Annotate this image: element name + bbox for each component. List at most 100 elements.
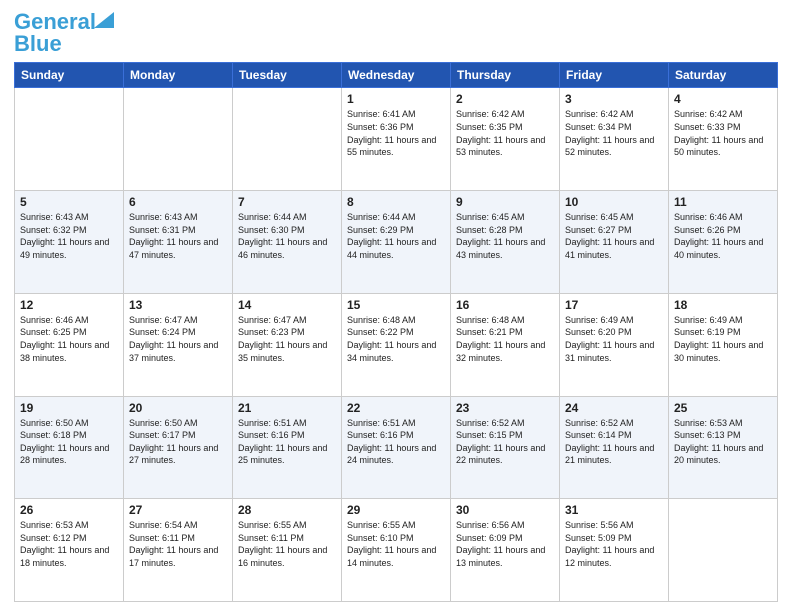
day-info: Sunrise: 6:56 AM Sunset: 6:09 PM Dayligh… <box>456 519 554 569</box>
day-info: Sunrise: 6:46 AM Sunset: 6:26 PM Dayligh… <box>674 211 772 261</box>
calendar-cell <box>124 88 233 191</box>
day-info: Sunrise: 6:51 AM Sunset: 6:16 PM Dayligh… <box>347 417 445 467</box>
day-number: 22 <box>347 401 445 415</box>
day-info: Sunrise: 6:42 AM Sunset: 6:33 PM Dayligh… <box>674 108 772 158</box>
calendar-cell: 27Sunrise: 6:54 AM Sunset: 6:11 PM Dayli… <box>124 499 233 602</box>
calendar-cell: 5 Sunrise: 6:43 AM Sunset: 6:32 PM Daylig… <box>15 191 124 294</box>
day-number: 26 <box>20 503 118 517</box>
calendar-cell: 24 Sunrise: 6:52 AM Sunset: 6:14 PM Dayli… <box>560 396 669 499</box>
logo-icon <box>94 12 114 28</box>
day-info: Sunrise: 6:46 AM Sunset: 6:25 PM Dayligh… <box>20 314 118 364</box>
weekday-header-tuesday: Tuesday <box>233 63 342 88</box>
day-info: Sunrise: 6:45 AM Sunset: 6:28 PM Dayligh… <box>456 211 554 261</box>
day-number: 14 <box>238 298 336 312</box>
week-row-4: 19 Sunrise: 6:50 AM Sunset: 6:18 PM Dayli… <box>15 396 778 499</box>
calendar-cell: 12 Sunrise: 6:46 AM Sunset: 6:25 PM Dayli… <box>15 293 124 396</box>
calendar-cell: 8Sunrise: 6:44 AM Sunset: 6:29 PM Daylig… <box>342 191 451 294</box>
day-number: 29 <box>347 503 445 517</box>
day-info: Sunrise: 6:52 AM Sunset: 6:15 PM Dayligh… <box>456 417 554 467</box>
day-number: 3 <box>565 92 663 106</box>
calendar-cell: 6Sunrise: 6:43 AM Sunset: 6:31 PM Daylig… <box>124 191 233 294</box>
day-number: 17 <box>565 298 663 312</box>
day-number: 7 <box>238 195 336 209</box>
day-number: 1 <box>347 92 445 106</box>
logo-general: General <box>14 9 96 34</box>
day-info: Sunrise: 6:53 AM Sunset: 6:13 PM Dayligh… <box>674 417 772 467</box>
weekday-header-sunday: Sunday <box>15 63 124 88</box>
calendar-cell: 28 Sunrise: 6:55 AM Sunset: 6:11 PM Dayli… <box>233 499 342 602</box>
calendar-cell: 22 Sunrise: 6:51 AM Sunset: 6:16 PM Dayli… <box>342 396 451 499</box>
calendar-cell <box>669 499 778 602</box>
day-number: 2 <box>456 92 554 106</box>
calendar-cell: 21Sunrise: 6:51 AM Sunset: 6:16 PM Dayli… <box>233 396 342 499</box>
day-info: Sunrise: 6:55 AM Sunset: 6:11 PM Dayligh… <box>238 519 336 569</box>
day-info: Sunrise: 6:49 AM Sunset: 6:19 PM Dayligh… <box>674 314 772 364</box>
day-number: 28 <box>238 503 336 517</box>
calendar-cell: 19 Sunrise: 6:50 AM Sunset: 6:18 PM Dayli… <box>15 396 124 499</box>
calendar-cell: 7 Sunrise: 6:44 AM Sunset: 6:30 PM Daylig… <box>233 191 342 294</box>
day-number: 13 <box>129 298 227 312</box>
day-number: 15 <box>347 298 445 312</box>
weekday-header-saturday: Saturday <box>669 63 778 88</box>
logo-blue: Blue <box>14 32 62 56</box>
calendar-cell: 9Sunrise: 6:45 AM Sunset: 6:28 PM Daylig… <box>451 191 560 294</box>
calendar-cell: 3 Sunrise: 6:42 AM Sunset: 6:34 PM Daylig… <box>560 88 669 191</box>
day-number: 30 <box>456 503 554 517</box>
day-number: 31 <box>565 503 663 517</box>
day-info: Sunrise: 6:48 AM Sunset: 6:21 PM Dayligh… <box>456 314 554 364</box>
day-number: 25 <box>674 401 772 415</box>
day-info: Sunrise: 6:44 AM Sunset: 6:29 PM Dayligh… <box>347 211 445 261</box>
calendar-cell: 17Sunrise: 6:49 AM Sunset: 6:20 PM Dayli… <box>560 293 669 396</box>
calendar-cell <box>15 88 124 191</box>
day-info: Sunrise: 6:41 AM Sunset: 6:36 PM Dayligh… <box>347 108 445 158</box>
weekday-header-thursday: Thursday <box>451 63 560 88</box>
weekday-header-wednesday: Wednesday <box>342 63 451 88</box>
day-info: Sunrise: 6:43 AM Sunset: 6:31 PM Dayligh… <box>129 211 227 261</box>
page: General Blue SundayMondayTuesdayWednesda… <box>0 0 792 612</box>
day-info: Sunrise: 6:47 AM Sunset: 6:24 PM Dayligh… <box>129 314 227 364</box>
calendar-cell: 26 Sunrise: 6:53 AM Sunset: 6:12 PM Dayli… <box>15 499 124 602</box>
day-info: Sunrise: 6:42 AM Sunset: 6:34 PM Dayligh… <box>565 108 663 158</box>
calendar-cell: 10 Sunrise: 6:45 AM Sunset: 6:27 PM Dayli… <box>560 191 669 294</box>
calendar-cell: 2 Sunrise: 6:42 AM Sunset: 6:35 PM Daylig… <box>451 88 560 191</box>
day-info: Sunrise: 6:55 AM Sunset: 6:10 PM Dayligh… <box>347 519 445 569</box>
week-row-1: 1 Sunrise: 6:41 AM Sunset: 6:36 PM Daylig… <box>15 88 778 191</box>
day-number: 12 <box>20 298 118 312</box>
day-info: Sunrise: 6:45 AM Sunset: 6:27 PM Dayligh… <box>565 211 663 261</box>
calendar-cell: 13 Sunrise: 6:47 AM Sunset: 6:24 PM Dayli… <box>124 293 233 396</box>
day-info: Sunrise: 6:54 AM Sunset: 6:11 PM Dayligh… <box>129 519 227 569</box>
day-number: 10 <box>565 195 663 209</box>
week-row-2: 5 Sunrise: 6:43 AM Sunset: 6:32 PM Daylig… <box>15 191 778 294</box>
day-info: Sunrise: 6:50 AM Sunset: 6:18 PM Dayligh… <box>20 417 118 467</box>
day-info: Sunrise: 6:43 AM Sunset: 6:32 PM Dayligh… <box>20 211 118 261</box>
weekday-header-monday: Monday <box>124 63 233 88</box>
day-number: 19 <box>20 401 118 415</box>
day-number: 16 <box>456 298 554 312</box>
calendar-cell: 30 Sunrise: 6:56 AM Sunset: 6:09 PM Dayli… <box>451 499 560 602</box>
day-info: Sunrise: 6:42 AM Sunset: 6:35 PM Dayligh… <box>456 108 554 158</box>
day-number: 18 <box>674 298 772 312</box>
weekday-header-friday: Friday <box>560 63 669 88</box>
day-info: Sunrise: 6:47 AM Sunset: 6:23 PM Dayligh… <box>238 314 336 364</box>
day-info: Sunrise: 6:52 AM Sunset: 6:14 PM Dayligh… <box>565 417 663 467</box>
calendar-cell: 25 Sunrise: 6:53 AM Sunset: 6:13 PM Dayli… <box>669 396 778 499</box>
weekday-header-row: SundayMondayTuesdayWednesdayThursdayFrid… <box>15 63 778 88</box>
day-info: Sunrise: 6:44 AM Sunset: 6:30 PM Dayligh… <box>238 211 336 261</box>
calendar-cell: 18 Sunrise: 6:49 AM Sunset: 6:19 PM Dayli… <box>669 293 778 396</box>
day-info: Sunrise: 6:53 AM Sunset: 6:12 PM Dayligh… <box>20 519 118 569</box>
calendar-cell: 16 Sunrise: 6:48 AM Sunset: 6:21 PM Dayli… <box>451 293 560 396</box>
day-number: 24 <box>565 401 663 415</box>
day-number: 5 <box>20 195 118 209</box>
calendar-cell: 31 Sunrise: 5:56 AM Sunset: 5:09 PM Dayli… <box>560 499 669 602</box>
calendar-cell: 1 Sunrise: 6:41 AM Sunset: 6:36 PM Daylig… <box>342 88 451 191</box>
day-number: 21 <box>238 401 336 415</box>
week-row-5: 26 Sunrise: 6:53 AM Sunset: 6:12 PM Dayli… <box>15 499 778 602</box>
calendar-cell: 11 Sunrise: 6:46 AM Sunset: 6:26 PM Dayli… <box>669 191 778 294</box>
day-number: 20 <box>129 401 227 415</box>
calendar-cell: 15Sunrise: 6:48 AM Sunset: 6:22 PM Dayli… <box>342 293 451 396</box>
day-number: 11 <box>674 195 772 209</box>
calendar-cell: 29 Sunrise: 6:55 AM Sunset: 6:10 PM Dayli… <box>342 499 451 602</box>
day-info: Sunrise: 5:56 AM Sunset: 5:09 PM Dayligh… <box>565 519 663 569</box>
day-info: Sunrise: 6:50 AM Sunset: 6:17 PM Dayligh… <box>129 417 227 467</box>
calendar-cell <box>233 88 342 191</box>
